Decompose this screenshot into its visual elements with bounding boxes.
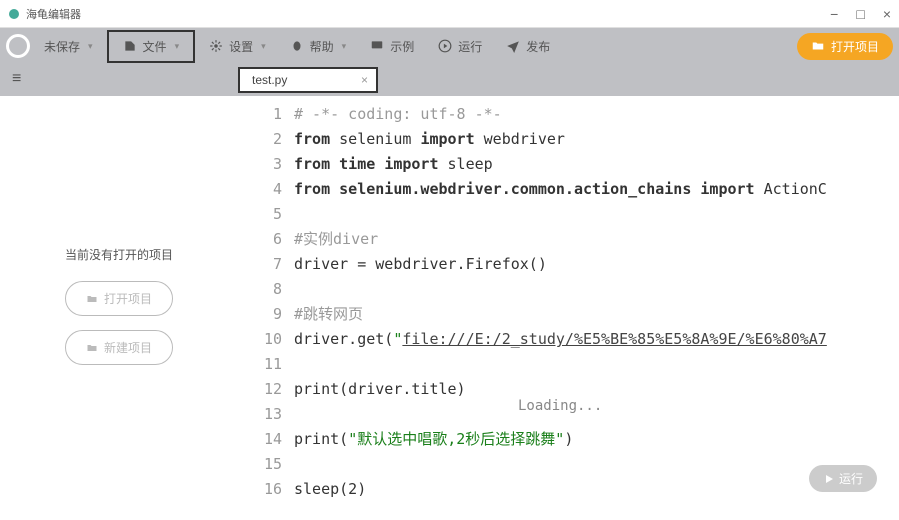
code-line[interactable]: driver = webdriver.Firefox() — [294, 252, 899, 277]
code-editor[interactable]: 12345678910111213141516 # -*- coding: ut… — [238, 96, 899, 520]
tab-testpy[interactable]: test.py × — [238, 67, 378, 93]
code-line[interactable]: from selenium.webdriver.common.action_ch… — [294, 177, 899, 202]
line-number: 5 — [238, 202, 282, 227]
examples-menu[interactable]: 示例 — [360, 34, 424, 59]
tab-label: test.py — [252, 73, 287, 87]
app-icon — [8, 8, 20, 20]
line-number: 12 — [238, 377, 282, 402]
code-line[interactable]: driver.get("file:///E:/2_study/%E5%BE%85… — [294, 327, 899, 352]
hamburger-icon[interactable]: ≡ — [12, 70, 21, 88]
code-content[interactable]: # -*- coding: utf-8 -*-from selenium imp… — [294, 96, 899, 520]
file-menu-highlight: 文件▾ — [107, 30, 196, 63]
line-number: 4 — [238, 177, 282, 202]
unsaved-indicator[interactable]: 未保存▾ — [34, 34, 103, 59]
run-button[interactable]: 运行 — [809, 465, 877, 492]
folder-open-icon — [811, 39, 825, 53]
tabbar: test.py × — [0, 64, 899, 96]
code-line[interactable]: #实例diver — [294, 227, 899, 252]
code-line[interactable]: #跳转网页 — [294, 302, 899, 327]
folder-plus-icon — [86, 342, 98, 354]
line-number: 6 — [238, 227, 282, 252]
close-button[interactable]: × — [883, 6, 891, 22]
play-circle-icon — [438, 39, 452, 53]
new-file-button[interactable] — [6, 34, 30, 58]
maximize-button[interactable]: □ — [856, 6, 864, 22]
sidebar-message: 当前没有打开的项目 — [65, 246, 173, 263]
play-icon — [823, 473, 835, 485]
toolbar: 未保存▾ 文件▾ 设置▾ 帮助▾ 示例 运行 发布 打开项目 — [0, 28, 899, 64]
app-title: 海龟编辑器 — [8, 6, 81, 22]
open-project-button[interactable]: 打开项目 — [797, 33, 893, 60]
loading-overlay: Loading... — [518, 398, 602, 414]
line-number: 2 — [238, 127, 282, 152]
code-line[interactable] — [294, 352, 899, 377]
gear-icon — [209, 39, 223, 53]
publish-menu[interactable]: 发布 — [496, 34, 560, 59]
line-number: 7 — [238, 252, 282, 277]
line-number: 16 — [238, 477, 282, 502]
line-number: 10 — [238, 327, 282, 352]
file-menu[interactable]: 文件▾ — [113, 34, 190, 59]
code-line[interactable]: from time import sleep — [294, 152, 899, 177]
help-menu[interactable]: 帮助▾ — [280, 34, 357, 59]
settings-menu[interactable]: 设置▾ — [199, 34, 276, 59]
sidebar-open-button[interactable]: 打开项目 — [65, 281, 173, 316]
line-gutter: 12345678910111213141516 — [238, 96, 294, 520]
bug-icon — [290, 39, 304, 53]
folder-icon — [86, 293, 98, 305]
monitor-icon — [370, 39, 384, 53]
code-line[interactable]: # -*- coding: utf-8 -*- — [294, 102, 899, 127]
minimize-button[interactable]: − — [830, 6, 838, 22]
send-icon — [506, 39, 520, 53]
code-line[interactable] — [294, 277, 899, 302]
line-number: 15 — [238, 452, 282, 477]
code-line[interactable]: from selenium import webdriver — [294, 127, 899, 152]
code-line[interactable]: print("默认选中唱歌,2秒后选择跳舞") — [294, 427, 899, 452]
main-area: 当前没有打开的项目 打开项目 新建项目 12345678910111213141… — [0, 96, 899, 520]
line-number: 8 — [238, 277, 282, 302]
line-number: 9 — [238, 302, 282, 327]
line-number: 14 — [238, 427, 282, 452]
line-number: 3 — [238, 152, 282, 177]
code-line[interactable] — [294, 202, 899, 227]
line-number: 11 — [238, 352, 282, 377]
tab-close-icon[interactable]: × — [361, 73, 368, 87]
code-line[interactable] — [294, 452, 899, 477]
sidebar-new-button[interactable]: 新建项目 — [65, 330, 173, 365]
line-number: 13 — [238, 402, 282, 427]
sidebar: 当前没有打开的项目 打开项目 新建项目 — [0, 96, 238, 520]
run-menu[interactable]: 运行 — [428, 34, 492, 59]
file-icon — [123, 39, 137, 53]
line-number: 1 — [238, 102, 282, 127]
titlebar: 海龟编辑器 − □ × — [0, 0, 899, 28]
